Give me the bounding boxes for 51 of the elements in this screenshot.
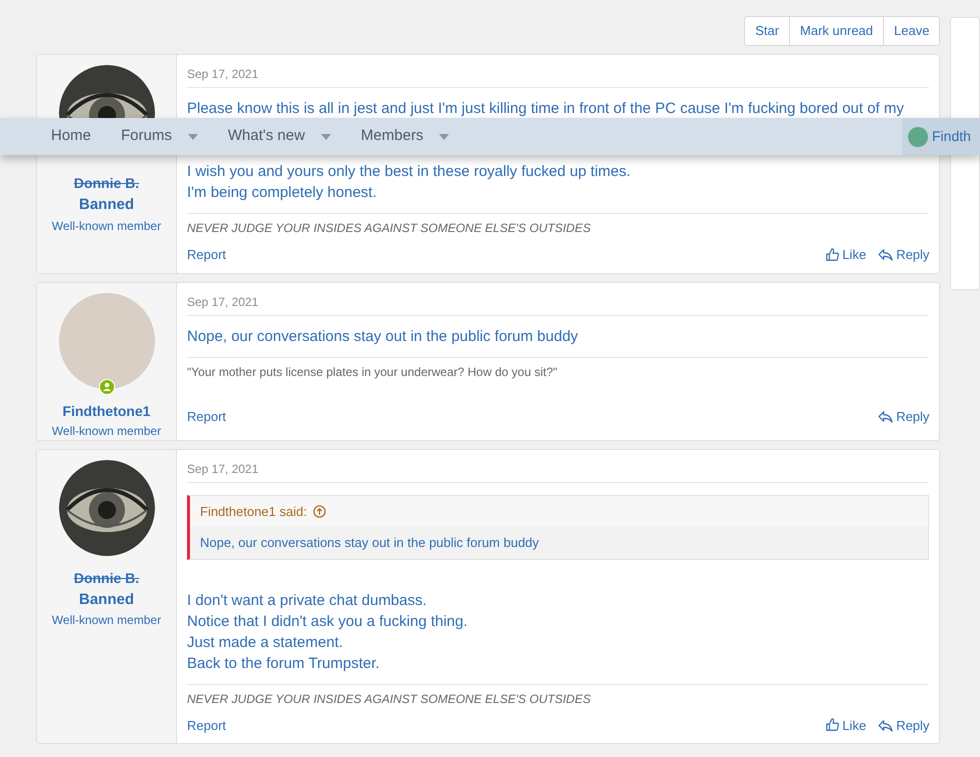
quote-author[interactable]: Findthetone1 said: [200,502,307,521]
reply-button[interactable]: Reply [878,716,930,735]
nav-tab[interactable]: Members [346,125,464,148]
photo-placeholder [908,126,928,146]
thread-action-button[interactable]: Mark unread [789,17,884,45]
reply-button[interactable]: Reply [878,406,930,426]
post-text: Please know this is all in jest and just I'm just killing time in front of the PC cause I'm fucking bored out of my [187,99,905,119]
nav-tab[interactable]: What's new [212,125,346,148]
post-text: Back to the forum Trumpster. [187,654,381,674]
caret-icon[interactable] [439,134,450,140]
signature: NEVER JUDGE YOUR INSIDES AGAINST SOMEONE ELSE'S OUTSIDES [187,692,591,706]
post-date[interactable]: Sep 17, 2021 [187,65,930,88]
thread-action-button[interactable]: Leave [883,17,940,45]
banned-label: Banned [78,195,134,215]
thumbs-up-icon [825,248,840,262]
caret-icon[interactable] [188,134,198,140]
user-title: Well-known member [52,612,162,629]
nav-tab[interactable]: Forums [106,125,213,148]
post-text: Nope, our conversations stay out in the public forum buddy [187,326,580,346]
report-link[interactable]: Report [187,716,226,735]
post-text: I'm being completely honest. [187,183,378,203]
post-text: Just made a statement. [187,632,344,652]
post-text: Notice that I didn't ask you a fucking thing. [187,612,469,632]
user-title: Well-known member [52,422,162,440]
like-button[interactable]: Like [825,245,866,264]
username[interactable]: Findth [932,126,971,147]
reply-arrow-icon [878,410,894,423]
banned-label: Banned [78,590,134,610]
username[interactable]: Donnie B. [74,173,140,194]
post-text: I wish you and yours only the best in these royally fucked up times. [187,162,632,182]
reply-arrow-icon [878,718,894,732]
reply-button[interactable]: Reply [878,245,930,264]
caret-icon[interactable] [320,134,331,140]
report-link[interactable]: Report [187,245,226,264]
reply-arrow-icon [878,248,894,262]
nav-tab[interactable]: Home [36,125,106,148]
post-text: I don't want a private chat dumbass. [187,590,428,610]
arrow-up-circle-icon[interactable] [312,504,326,518]
quote-text: Nope, our conversations stay out in the public forum buddy [190,527,928,558]
user-menu[interactable]: Findth [902,118,980,155]
post-date[interactable]: Sep 17, 2021 [187,292,930,316]
signature: NEVER JUDGE YOUR INSIDES AGAINST SOMEONE ELSE'S OUTSIDES [187,221,591,235]
like-button[interactable]: Like [825,716,866,735]
report-link[interactable]: Report [187,406,226,426]
signature: "Your mother puts license plates in your underwear? How do you sit?" [187,364,558,378]
username[interactable]: Donnie B. [74,568,140,588]
post-date[interactable]: Sep 17, 2021 [187,460,930,482]
username[interactable]: Findthetone1 [62,400,150,422]
thumbs-up-icon [825,718,840,732]
thread-action-button[interactable]: Star [745,17,790,45]
user-title: Well-known member [52,218,162,234]
